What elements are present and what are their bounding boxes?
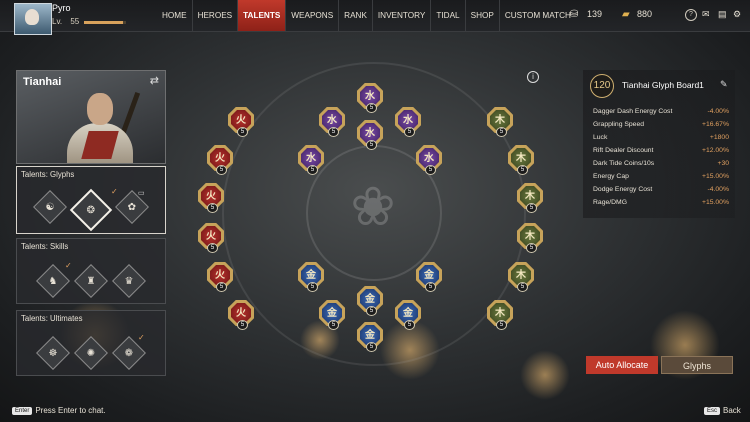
glyph-node[interactable]: 木5 — [508, 145, 534, 175]
stat-row: Dark Tide Coins/10s +30 — [593, 160, 729, 167]
hero-portrait — [65, 91, 141, 163]
info-icon[interactable]: i — [527, 71, 539, 83]
equipped-check-icon: ✓ — [111, 187, 118, 196]
glyph-slot-3-icon: ✿ — [127, 201, 137, 213]
lotus-emblem-icon: ❀ — [350, 177, 396, 237]
chat-hint-text: Press Enter to chat. — [35, 406, 106, 415]
glyph-node[interactable]: 木5 — [508, 262, 534, 292]
skill-slot-2-icon: ♜ — [86, 275, 96, 287]
glyph-node[interactable]: 木5 — [487, 107, 513, 137]
player-avatar[interactable] — [14, 3, 52, 35]
board-level-badge: 120 — [590, 74, 614, 98]
stat-row: Luck +1800 — [593, 134, 729, 141]
stat-row: Grappling Speed +16.67% — [593, 121, 729, 128]
back-text: Back — [723, 406, 741, 415]
glyph-node[interactable]: 木5 — [517, 183, 543, 213]
back-button[interactable]: Esc Back — [704, 406, 741, 415]
help-icon[interactable]: ? — [685, 9, 697, 21]
glyph-node[interactable]: ⽔ 5 — [319, 107, 345, 137]
ultimate-slot-3-icon: ❁ — [124, 347, 134, 359]
skill-check-icon: ✓ — [65, 261, 72, 270]
nav-inventory[interactable]: INVENTORY — [373, 0, 432, 31]
glyph-node[interactable]: 木5 — [517, 223, 543, 253]
glyph-slot-2[interactable]: ❂ — [69, 188, 113, 232]
skill-slot-1-icon: ♞ — [48, 275, 58, 287]
hero-portrait-card: Tianhai ⇄ — [16, 70, 166, 164]
glyph-node[interactable]: 火5 — [207, 145, 233, 175]
auto-allocate-button[interactable]: Auto Allocate — [586, 356, 658, 374]
ultimate-slot-2-icon: ✺ — [86, 347, 96, 359]
nav-tidal[interactable]: TIDAL — [431, 0, 466, 31]
glyph-node[interactable]: 金5 — [416, 262, 442, 292]
gold-icon: ▰ — [622, 9, 630, 20]
glyph-node[interactable]: 火5 — [228, 107, 254, 137]
glyph-node[interactable]: ⽔ 5 — [357, 83, 383, 113]
ultimate-slot-2[interactable]: ✺ — [74, 336, 108, 370]
xp-bar — [84, 21, 126, 24]
glyph-node[interactable]: 火5 — [228, 300, 254, 330]
stat-row: Rage/DMG +15.00% — [593, 199, 729, 206]
stat-row: Dodge Energy Cost -4.00% — [593, 186, 729, 193]
nav-shop[interactable]: SHOP — [466, 0, 500, 31]
main-nav: HOME HEROES TALENTS WEAPONS RANK INVENTO… — [157, 0, 576, 31]
talents-ultimates-title: Talents: Ultimates — [21, 314, 83, 323]
stat-row: Energy Cap +15.00% — [593, 173, 729, 180]
enter-key: Enter — [12, 406, 33, 415]
ultimate-slot-1[interactable]: ☸ — [36, 336, 70, 370]
ultimate-check-icon: ✓ — [138, 333, 145, 342]
nav-weapons[interactable]: WEAPONS — [286, 0, 340, 31]
hero-name: Tianhai — [23, 76, 62, 88]
glyph-node[interactable]: 金5 — [319, 300, 345, 330]
gold-count: 880 — [637, 9, 653, 19]
stat-row: Dagger Dash Energy Cost -4.00% — [593, 108, 729, 115]
glyph-node[interactable]: 火5 — [198, 183, 224, 213]
skill-slot-3-icon: ♛ — [124, 275, 134, 287]
glyph-node[interactable]: 木5 — [487, 300, 513, 330]
glyph-node[interactable]: 金5 — [357, 286, 383, 316]
top-bar: Pyro Lv. 55 HOME HEROES TALENTS WEAPONS … — [0, 0, 750, 35]
glyph-node[interactable]: ⽔ 5 — [298, 145, 324, 175]
glyph-node[interactable]: 火5 — [198, 223, 224, 253]
glyph-slot-1-icon: ☯ — [45, 201, 55, 213]
chat-bubble-icon: ▭ — [138, 190, 145, 197]
glyph-node[interactable]: ⽔ 5 — [416, 145, 442, 175]
skill-slot-3[interactable]: ♛ — [112, 264, 146, 298]
glyph-node[interactable]: 金5 — [357, 322, 383, 352]
chat-hint[interactable]: Enter Press Enter to chat. — [12, 406, 106, 415]
nav-home[interactable]: HOME — [157, 0, 193, 31]
talents-skills-panel[interactable]: Talents: Skills ♞ ♜ ♛ ✓ — [16, 238, 166, 304]
glyph-slot-2-icon: ❂ — [86, 204, 96, 216]
ultimate-slot-1-icon: ☸ — [48, 347, 58, 359]
glyph-node[interactable]: 金5 — [298, 262, 324, 292]
swap-arrows-icon[interactable]: ⇄ — [150, 74, 159, 87]
level-value: 55 — [70, 17, 80, 26]
nav-talents[interactable]: TALENTS — [238, 0, 287, 31]
talents-ultimates-panel[interactable]: Talents: Ultimates ☸ ✺ ❁ ✓ — [16, 310, 166, 376]
nav-heroes[interactable]: HEROES — [193, 0, 239, 31]
glyph-node[interactable]: 金5 — [395, 300, 421, 330]
stat-row: Rift Dealer Discount +12.00% — [593, 147, 729, 154]
talents-skills-title: Talents: Skills — [21, 242, 69, 251]
glyph-node[interactable]: 火5 — [207, 262, 233, 292]
level-label: Lv. — [52, 17, 63, 26]
talents-glyphs-title: Talents: Glyphs — [21, 170, 75, 179]
glyph-node[interactable]: ⽔ 5 — [357, 120, 383, 150]
nav-custom-match[interactable]: CUSTOM MATCH — [500, 0, 576, 31]
glyph-slot-1[interactable]: ☯ — [33, 190, 67, 224]
skill-slot-2[interactable]: ♜ — [74, 264, 108, 298]
player-level: Lv. 55 — [52, 17, 79, 26]
glyph-node[interactable]: ⽔ 5 — [395, 107, 421, 137]
esc-key: Esc — [704, 406, 721, 415]
player-name: Pyro — [52, 3, 71, 13]
coins-count: 139 — [587, 9, 603, 19]
mail-icon[interactable]: ✉ — [702, 9, 710, 20]
settings-gear-icon[interactable]: ⚙ — [733, 9, 741, 20]
edit-icon[interactable]: ✎ — [720, 79, 728, 90]
glyphs-button[interactable]: Glyphs — [661, 356, 733, 374]
menu-icon[interactable]: ▤ — [718, 9, 727, 20]
talents-glyphs-panel[interactable]: Talents: Glyphs ☯ ❂ ✿ ✓ ▭ — [16, 166, 166, 234]
nav-rank[interactable]: RANK — [339, 0, 373, 31]
board-title: Tianhai Glyph Board1 — [622, 80, 704, 90]
coins-icon: ⛁ — [570, 9, 579, 20]
